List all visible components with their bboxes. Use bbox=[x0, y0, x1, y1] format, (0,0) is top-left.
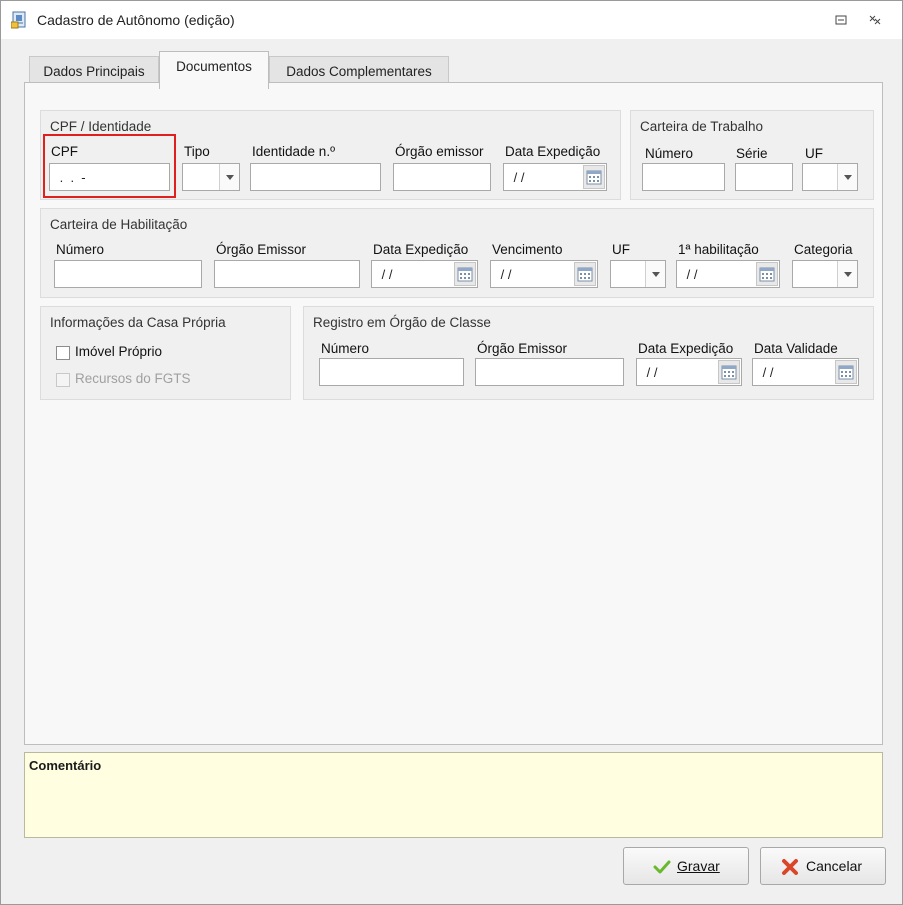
classe-data-expedicao-label: Data Expedição bbox=[638, 341, 734, 356]
comment-label: Comentário bbox=[29, 758, 102, 773]
data-expedicao-label: Data Expedição bbox=[505, 144, 601, 159]
ctps-numero-input[interactable] bbox=[642, 163, 725, 191]
chevron-down-icon[interactable] bbox=[837, 164, 857, 190]
save-label: Gravar bbox=[677, 858, 720, 874]
cnh-numero-label: Número bbox=[56, 242, 105, 257]
ctps-serie-label: Série bbox=[736, 146, 768, 161]
group-title: Informações da Casa Própria bbox=[50, 315, 226, 330]
cnh-data-expedicao-label: Data Expedição bbox=[373, 242, 469, 257]
classe-data-expedicao-picker bbox=[636, 358, 742, 386]
close-icon[interactable] bbox=[867, 12, 883, 28]
save-button[interactable]: Gravar bbox=[623, 847, 749, 885]
ctps-uf-select[interactable] bbox=[802, 163, 858, 191]
tipo-select[interactable] bbox=[182, 163, 240, 191]
cancel-button[interactable]: Cancelar bbox=[760, 847, 886, 885]
cnh-orgao-input[interactable] bbox=[214, 260, 360, 288]
data-expedicao-picker bbox=[503, 163, 607, 191]
calendar-icon[interactable] bbox=[756, 262, 778, 286]
recursos-fgts-label[interactable]: Recursos do FGTS bbox=[75, 371, 191, 386]
carteira-trabalho-group: Carteira de Trabalho Número Série UF bbox=[630, 110, 874, 200]
calendar-icon[interactable] bbox=[454, 262, 476, 286]
carteira-habilitacao-group: Carteira de Habilitação Número Órgão Emi… bbox=[40, 208, 874, 298]
cnh-primeira-label: 1ª habilitação bbox=[678, 242, 759, 257]
orgao-emissor-label: Órgão emissor bbox=[395, 144, 484, 159]
recursos-fgts-checkbox[interactable] bbox=[56, 373, 70, 387]
ctps-numero-label: Número bbox=[645, 146, 694, 161]
comment-box[interactable]: Comentário bbox=[24, 752, 883, 838]
cpf-highlight-box bbox=[43, 134, 176, 198]
classe-numero-label: Número bbox=[321, 341, 370, 356]
imovel-proprio-checkbox[interactable] bbox=[56, 346, 70, 360]
group-title: CPF / Identidade bbox=[50, 119, 152, 134]
chevron-down-icon[interactable] bbox=[219, 164, 239, 190]
cnh-numero-input[interactable] bbox=[54, 260, 202, 288]
ctps-serie-input[interactable] bbox=[735, 163, 793, 191]
group-title: Carteira de Habilitação bbox=[50, 217, 188, 232]
documentos-panel: CPF / Identidade CPF Tipo Identidade n.º… bbox=[24, 82, 883, 745]
orgao-classe-group: Registro em Órgão de Classe Número Órgão… bbox=[303, 306, 874, 400]
restore-icon[interactable] bbox=[833, 12, 849, 28]
chevron-down-icon[interactable] bbox=[645, 261, 665, 287]
window-title: Cadastro de Autônomo (edição) bbox=[37, 12, 235, 28]
calendar-icon[interactable] bbox=[583, 165, 605, 189]
cnh-categoria-select[interactable] bbox=[792, 260, 858, 288]
cnh-vencimento-label: Vencimento bbox=[492, 242, 563, 257]
dialog-window: Cadastro de Autônomo (edição) Dados Prin… bbox=[0, 0, 903, 905]
cnh-uf-label: UF bbox=[612, 242, 630, 257]
calendar-icon[interactable] bbox=[718, 360, 740, 384]
cnh-orgao-label: Órgão Emissor bbox=[216, 242, 307, 257]
ctps-uf-label: UF bbox=[805, 146, 823, 161]
chevron-down-icon[interactable] bbox=[837, 261, 857, 287]
calendar-icon[interactable] bbox=[574, 262, 596, 286]
identidade-label: Identidade n.º bbox=[252, 144, 335, 159]
cnh-categoria-label: Categoria bbox=[794, 242, 853, 257]
calendar-icon[interactable] bbox=[835, 360, 857, 384]
cnh-primeira-picker bbox=[676, 260, 780, 288]
classe-orgao-input[interactable] bbox=[475, 358, 624, 386]
group-title: Registro em Órgão de Classe bbox=[313, 315, 491, 330]
app-form-icon bbox=[11, 11, 26, 29]
cnh-vencimento-picker bbox=[490, 260, 598, 288]
classe-orgao-label: Órgão Emissor bbox=[477, 341, 568, 356]
tab-documentos[interactable]: Documentos bbox=[159, 51, 269, 89]
group-title: Carteira de Trabalho bbox=[640, 119, 764, 134]
x-icon bbox=[782, 859, 798, 875]
classe-data-validade-label: Data Validade bbox=[754, 341, 838, 356]
tipo-label: Tipo bbox=[184, 144, 210, 159]
classe-numero-input[interactable] bbox=[319, 358, 464, 386]
cnh-uf-select[interactable] bbox=[610, 260, 666, 288]
imovel-proprio-label[interactable]: Imóvel Próprio bbox=[75, 344, 162, 359]
identidade-input[interactable] bbox=[250, 163, 381, 191]
orgao-emissor-input[interactable] bbox=[393, 163, 491, 191]
classe-data-validade-picker bbox=[752, 358, 859, 386]
check-icon bbox=[653, 860, 671, 874]
cancel-label: Cancelar bbox=[806, 858, 863, 874]
casa-propria-group: Informações da Casa Própria Imóvel Própr… bbox=[40, 306, 291, 400]
title-bar: Cadastro de Autônomo (edição) bbox=[1, 1, 902, 39]
cnh-data-expedicao-picker bbox=[371, 260, 478, 288]
